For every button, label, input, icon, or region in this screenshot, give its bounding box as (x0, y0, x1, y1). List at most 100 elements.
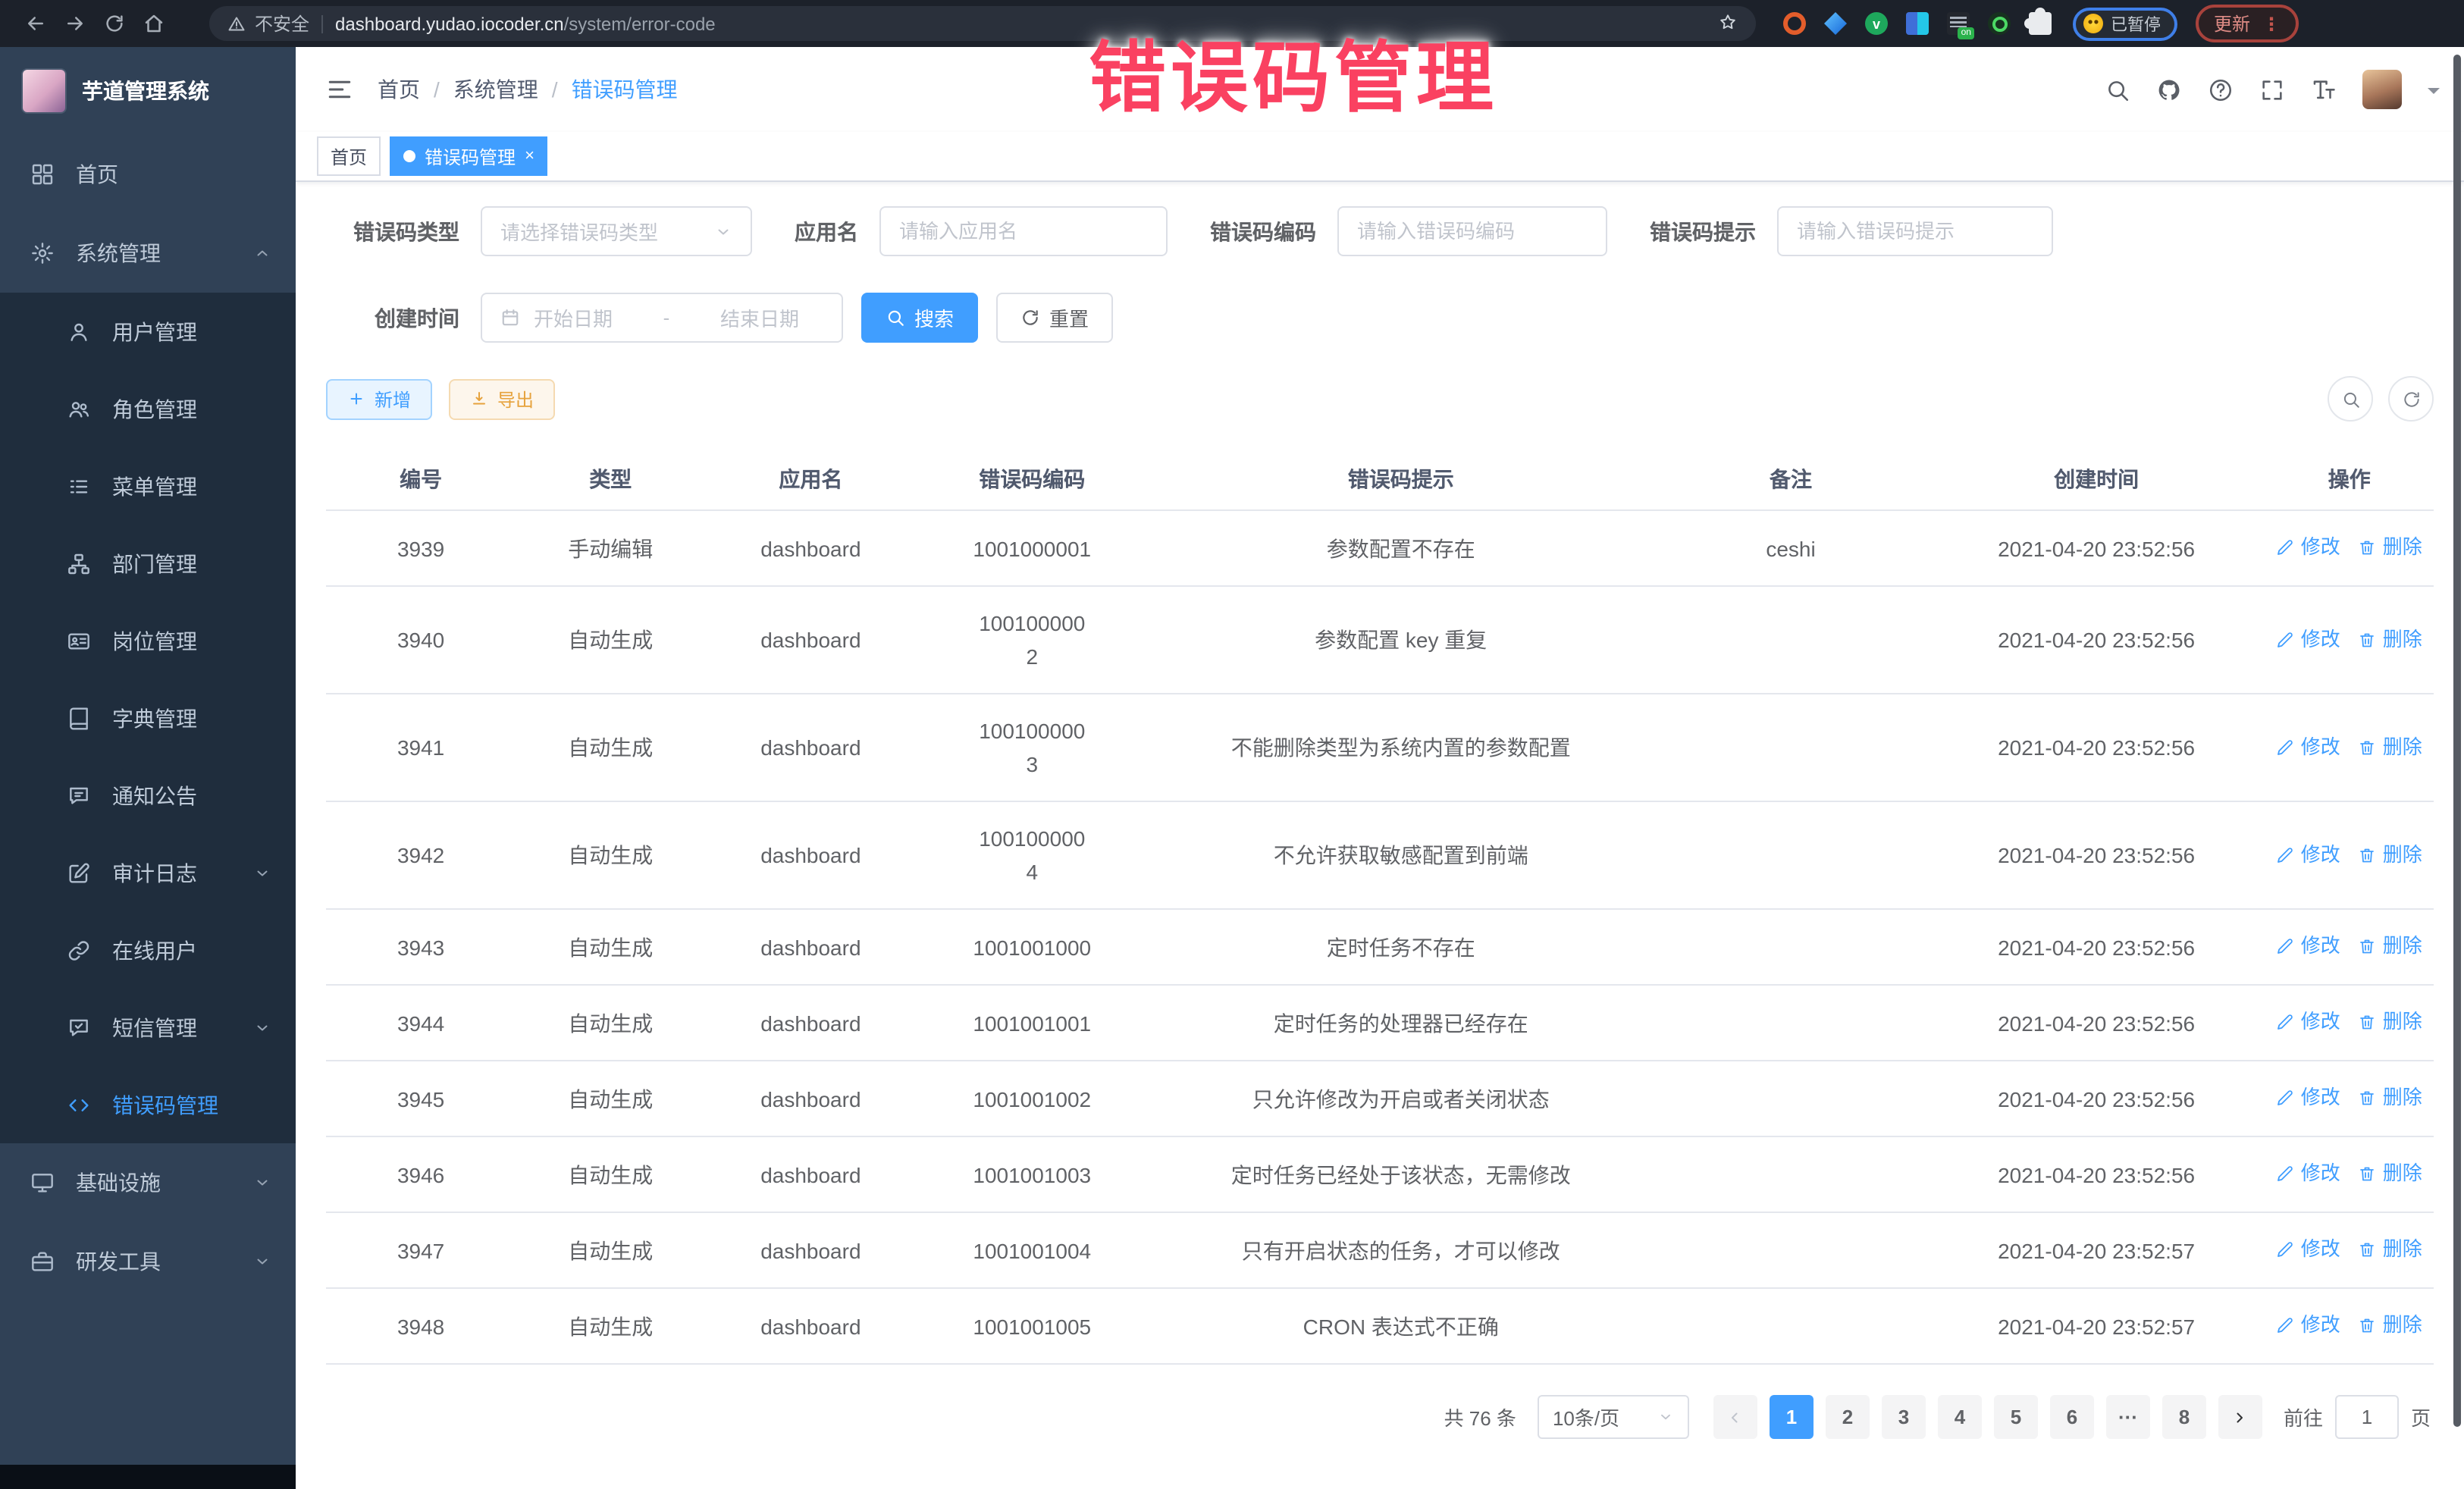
edit-link[interactable]: 修改 (2277, 1309, 2340, 1342)
browser-menu-icon[interactable]: ⋮ (2262, 13, 2281, 34)
address-bar[interactable]: 不安全 dashboard.yudao.iocoder.cn/system/er… (209, 6, 1756, 41)
extension-icon-5[interactable] (1947, 12, 1970, 35)
edit-link[interactable]: 修改 (2277, 1005, 2340, 1039)
security-indicator[interactable]: 不安全 (227, 11, 309, 36)
error-msg-input[interactable] (1797, 220, 2033, 243)
delete-link[interactable]: 删除 (2359, 838, 2422, 871)
extension-icon-6[interactable] (1988, 12, 2011, 35)
sidebar-item-megaphone[interactable]: 通知公告 (0, 757, 296, 834)
font-size-icon[interactable] (2311, 77, 2337, 102)
page-button-8[interactable]: 8 (2162, 1395, 2206, 1439)
delete-link[interactable]: 删除 (2359, 1233, 2422, 1266)
page-button-2[interactable]: 2 (1826, 1395, 1870, 1439)
reset-button[interactable]: 重置 (996, 293, 1113, 343)
edit-link[interactable]: 修改 (2277, 1233, 2340, 1266)
sidebar-item-users[interactable]: 角色管理 (0, 370, 296, 447)
sidebar-item-grid[interactable]: 首页 (0, 135, 296, 214)
extension-icon-2[interactable] (1824, 12, 1847, 35)
add-button[interactable]: 新增 (326, 378, 432, 419)
github-icon[interactable] (2156, 77, 2182, 102)
error-type-select[interactable]: 请选择错误码类型 (481, 206, 752, 256)
browser-update-button[interactable]: 更新 ⋮ (2196, 5, 2299, 42)
sidebar-item-chat[interactable]: 短信管理 (0, 989, 296, 1066)
browser-back-button[interactable] (15, 12, 55, 35)
delete-link[interactable]: 删除 (2359, 929, 2422, 963)
browser-reload-button[interactable] (94, 12, 133, 35)
edit-link[interactable]: 修改 (2277, 929, 2340, 963)
cell-type: 自动生成 (516, 985, 705, 1061)
error-type-placeholder: 请选择错误码类型 (500, 217, 658, 246)
extension-icon-3[interactable] (1865, 12, 1888, 35)
collapse-sidebar-icon[interactable] (326, 76, 353, 103)
error-code-input[interactable] (1357, 220, 1588, 243)
sidebar-item-tree[interactable]: 部门管理 (0, 525, 296, 602)
app-logo[interactable]: 芋道管理系统 (0, 47, 296, 135)
breadcrumb-item[interactable]: 首页 (378, 74, 420, 105)
delete-link[interactable]: 删除 (2359, 1157, 2422, 1190)
profile-paused-badge[interactable]: 已暂停 (2073, 7, 2177, 40)
edit-link[interactable]: 修改 (2277, 730, 2340, 763)
sidebar-item-gear[interactable]: 系统管理 (0, 214, 296, 293)
cell-code: 1001001001 (916, 985, 1148, 1061)
edit-link[interactable]: 修改 (2277, 838, 2340, 871)
prev-page-button[interactable] (1713, 1395, 1757, 1439)
toggle-search-button[interactable] (2328, 376, 2373, 422)
cell-msg: 定时任务的处理器已经存在 (1148, 985, 1654, 1061)
page-button-4[interactable]: 4 (1938, 1395, 1982, 1439)
date-range-picker[interactable]: 开始日期 - 结束日期 (481, 293, 843, 343)
avatar-caret-icon[interactable] (2428, 88, 2440, 100)
goto-page-input[interactable] (2335, 1395, 2399, 1439)
sidebar-item-tool[interactable]: 研发工具 (0, 1222, 296, 1301)
profile-emoji-icon (2083, 14, 2103, 33)
delete-link[interactable]: 删除 (2359, 531, 2422, 564)
breadcrumb-item[interactable]: 系统管理 (453, 74, 538, 105)
sidebar-item-book[interactable]: 字典管理 (0, 679, 296, 757)
more-pages-button[interactable]: ··· (2106, 1395, 2150, 1439)
edit-link[interactable]: 修改 (2277, 1081, 2340, 1114)
delete-link[interactable]: 删除 (2359, 1309, 2422, 1342)
browser-forward-button[interactable] (55, 12, 94, 35)
export-button[interactable]: 导出 (449, 378, 555, 419)
sidebar-item-link[interactable]: 在线用户 (0, 911, 296, 989)
sidebar-item-user[interactable]: 用户管理 (0, 293, 296, 370)
page-button-3[interactable]: 3 (1882, 1395, 1926, 1439)
browser-home-button[interactable] (133, 12, 173, 35)
search-button[interactable]: 搜索 (861, 293, 978, 343)
tab-首页[interactable]: 首页 (317, 136, 381, 176)
cell-id: 3943 (326, 909, 516, 985)
sidebar-item-edit[interactable]: 审计日志 (0, 834, 296, 911)
edit-link[interactable]: 修改 (2277, 1157, 2340, 1190)
extension-icon-7[interactable] (2029, 12, 2052, 35)
sidebar-item-list[interactable]: 菜单管理 (0, 447, 296, 525)
delete-link[interactable]: 删除 (2359, 730, 2422, 763)
delete-link[interactable]: 删除 (2359, 1005, 2422, 1039)
scrollbar-thumb[interactable] (2453, 55, 2461, 1427)
sidebar-item-monitor[interactable]: 基础设施 (0, 1143, 296, 1222)
page-button-5[interactable]: 5 (1994, 1395, 2038, 1439)
sidebar-item-code[interactable]: 错误码管理 (0, 1066, 296, 1143)
edit-link[interactable]: 修改 (2277, 531, 2340, 564)
extension-icon-4[interactable] (1906, 12, 1929, 35)
search-icon[interactable] (2105, 77, 2130, 102)
edit-link[interactable]: 修改 (2277, 622, 2340, 656)
fullscreen-icon[interactable] (2259, 77, 2285, 102)
tab-错误码管理[interactable]: 错误码管理× (390, 136, 548, 176)
extension-icon-1[interactable] (1783, 12, 1806, 35)
app-name-input[interactable] (899, 220, 1148, 243)
help-icon[interactable] (2208, 77, 2234, 102)
total-count: 共 76 条 (1444, 1403, 1516, 1431)
cell-app: dashboard (705, 909, 916, 985)
refresh-table-button[interactable] (2388, 376, 2434, 422)
page-button-1[interactable]: 1 (1770, 1395, 1814, 1439)
user-avatar[interactable] (2362, 70, 2402, 109)
page-size-select[interactable]: 10条/页 (1538, 1395, 1689, 1439)
bookmark-star-icon[interactable] (1718, 11, 1738, 36)
close-icon[interactable]: × (525, 147, 534, 165)
delete-link[interactable]: 删除 (2359, 1081, 2422, 1114)
sidebar-item-label: 系统管理 (76, 238, 161, 268)
sidebar-item-label: 研发工具 (76, 1246, 161, 1277)
page-button-6[interactable]: 6 (2050, 1395, 2094, 1439)
delete-link[interactable]: 删除 (2359, 622, 2422, 656)
next-page-button[interactable] (2218, 1395, 2262, 1439)
sidebar-item-idcard[interactable]: 岗位管理 (0, 602, 296, 679)
